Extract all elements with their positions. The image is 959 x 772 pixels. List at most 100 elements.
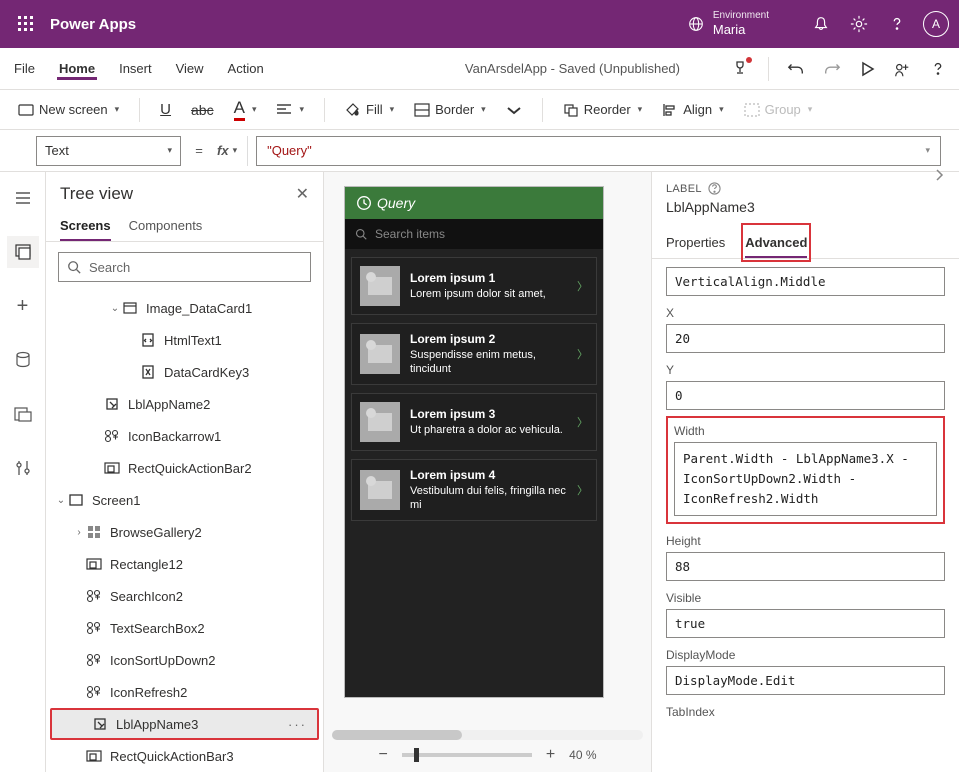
field-height[interactable]: 88 bbox=[666, 552, 945, 581]
font-color-button[interactable]: A▾ bbox=[234, 98, 257, 121]
close-icon[interactable]: ✕ bbox=[296, 184, 309, 204]
strikethrough-button[interactable]: abc bbox=[191, 102, 214, 118]
tree-item-lblappname2[interactable]: LblAppName2 bbox=[46, 388, 323, 420]
gallery-item: Lorem ipsum 3Ut pharetra a dolor ac vehi… bbox=[351, 393, 597, 451]
chevron-right-icon[interactable] bbox=[933, 167, 945, 183]
formula-input[interactable]: "Query" ▾ bbox=[256, 136, 941, 166]
tree-item-browsegallery2[interactable]: ›BrowseGallery2 bbox=[46, 516, 323, 548]
tree-view-rail-icon[interactable] bbox=[7, 236, 39, 268]
more-icon[interactable]: ··· bbox=[288, 717, 307, 732]
item-title: Lorem ipsum 1 bbox=[410, 271, 567, 287]
environment-label: Environment bbox=[713, 10, 769, 22]
gallery-item: Lorem ipsum 4Vestibulum dui felis, fring… bbox=[351, 459, 597, 521]
chevron-icon[interactable]: ⌄ bbox=[54, 495, 68, 506]
tree-item-searchicon2[interactable]: SearchIcon2 bbox=[46, 580, 323, 612]
tree-item-label: IconSortUpDown2 bbox=[110, 653, 216, 668]
chevron-right-icon: 〉 bbox=[577, 346, 588, 362]
field-verticalalign[interactable]: VerticalAlign.Middle bbox=[666, 267, 945, 296]
share-icon[interactable] bbox=[893, 60, 911, 78]
tab-properties[interactable]: Properties bbox=[666, 227, 725, 258]
tree-search-input[interactable]: Search bbox=[58, 252, 311, 282]
label-height: Height bbox=[666, 534, 945, 548]
tree-item-icon bbox=[104, 428, 120, 444]
environment-icon[interactable] bbox=[687, 15, 705, 33]
field-x[interactable]: 20 bbox=[666, 324, 945, 353]
underline-button[interactable]: U bbox=[160, 101, 171, 118]
tree-item-lblappname3[interactable]: LblAppName3··· bbox=[50, 708, 319, 740]
thumbnail-icon bbox=[360, 470, 400, 510]
tree-item-iconsortupdown2[interactable]: IconSortUpDown2 bbox=[46, 644, 323, 676]
label-displaymode: DisplayMode bbox=[666, 648, 945, 662]
help-icon[interactable] bbox=[885, 12, 909, 36]
zoom-in-button[interactable]: + bbox=[546, 746, 555, 764]
gallery-item: Lorem ipsum 2Suspendisse enim metus, tin… bbox=[351, 323, 597, 385]
app-preview[interactable]: Query Search items Lorem ipsum 1Lorem ip… bbox=[344, 186, 604, 698]
fill-button[interactable]: Fill▾ bbox=[345, 102, 394, 118]
tree-item-iconbackarrow1[interactable]: IconBackarrow1 bbox=[46, 420, 323, 452]
property-selector[interactable]: Text▾ bbox=[36, 136, 181, 166]
menu-view[interactable]: View bbox=[174, 57, 206, 80]
field-width[interactable]: Parent.Width - LblAppName3.X - IconSortU… bbox=[674, 442, 937, 516]
reorder-button[interactable]: Reorder▾ bbox=[563, 102, 643, 117]
tree-item-icon bbox=[86, 620, 102, 636]
advanced-tools-rail-icon[interactable] bbox=[7, 452, 39, 484]
tree-item-rectangle12[interactable]: Rectangle12 bbox=[46, 548, 323, 580]
text-align-button[interactable]: ▾ bbox=[276, 103, 304, 117]
menu-bar: File Home Insert View Action VanArsdelAp… bbox=[0, 48, 959, 90]
canvas: Query Search items Lorem ipsum 1Lorem ip… bbox=[324, 172, 651, 772]
app-search: Search items bbox=[345, 219, 603, 249]
border-button[interactable]: Border▾ bbox=[414, 102, 486, 117]
tree-item-textsearchbox2[interactable]: TextSearchBox2 bbox=[46, 612, 323, 644]
redo-icon[interactable] bbox=[823, 60, 841, 78]
tab-advanced[interactable]: Advanced bbox=[745, 227, 807, 258]
chevron-icon[interactable]: ⌄ bbox=[108, 303, 122, 314]
app-checker-icon[interactable] bbox=[730, 59, 750, 79]
tree-item-htmltext1[interactable]: HtmlText1 bbox=[46, 324, 323, 356]
help-icon-ribbon[interactable] bbox=[929, 60, 947, 78]
chevron-right-icon: 〉 bbox=[577, 482, 588, 498]
hamburger-icon[interactable] bbox=[7, 182, 39, 214]
tab-components[interactable]: Components bbox=[129, 212, 203, 241]
zoom-slider[interactable] bbox=[402, 753, 532, 757]
app-header: Query bbox=[345, 187, 603, 219]
settings-icon[interactable] bbox=[847, 12, 871, 36]
media-rail-icon[interactable] bbox=[7, 398, 39, 430]
preview-icon[interactable] bbox=[859, 61, 875, 77]
expand-toolbar-icon[interactable] bbox=[506, 103, 522, 117]
tree-item-rectquickactionbar2[interactable]: RectQuickActionBar2 bbox=[46, 452, 323, 484]
environment-name[interactable]: Maria bbox=[713, 22, 769, 38]
user-avatar[interactable]: A bbox=[923, 11, 949, 37]
align-button[interactable]: Align▾ bbox=[662, 102, 723, 117]
tree-item-label: IconBackarrow1 bbox=[128, 429, 221, 444]
field-y[interactable]: 0 bbox=[666, 381, 945, 410]
canvas-hscrollbar[interactable] bbox=[332, 730, 643, 740]
item-subtitle: Lorem ipsum dolor sit amet, bbox=[410, 287, 567, 301]
tree-item-rectquickactionbar3[interactable]: RectQuickActionBar3 bbox=[46, 740, 323, 772]
app-launcher-icon[interactable] bbox=[10, 8, 42, 40]
notifications-icon[interactable] bbox=[809, 12, 833, 36]
menu-home[interactable]: Home bbox=[57, 57, 97, 80]
tab-screens[interactable]: Screens bbox=[60, 212, 111, 241]
chevron-right-icon: 〉 bbox=[577, 278, 588, 294]
group-button: Group▾ bbox=[744, 102, 813, 117]
menu-action[interactable]: Action bbox=[226, 57, 266, 80]
field-displaymode[interactable]: DisplayMode.Edit bbox=[666, 666, 945, 695]
zoom-out-button[interactable]: − bbox=[378, 746, 387, 764]
menu-file[interactable]: File bbox=[12, 57, 37, 80]
fx-icon[interactable]: fx▾ bbox=[217, 136, 248, 166]
top-bar: Power Apps Environment Maria A bbox=[0, 0, 959, 48]
insert-rail-icon[interactable]: + bbox=[7, 290, 39, 322]
tree-item-icon bbox=[86, 524, 102, 540]
chevron-icon[interactable]: › bbox=[72, 527, 86, 538]
tree-item-datacardkey3[interactable]: DataCardKey3 bbox=[46, 356, 323, 388]
control-name: LblAppName3 bbox=[666, 199, 945, 215]
toolbar: New screen▾ U abc A▾ ▾ Fill▾ Border▾ Reo… bbox=[0, 90, 959, 130]
field-visible[interactable]: true bbox=[666, 609, 945, 638]
new-screen-button[interactable]: New screen▾ bbox=[18, 102, 119, 117]
undo-icon[interactable] bbox=[787, 60, 805, 78]
menu-insert[interactable]: Insert bbox=[117, 57, 154, 80]
data-rail-icon[interactable] bbox=[7, 344, 39, 376]
tree-item-screen1[interactable]: ⌄Screen1 bbox=[46, 484, 323, 516]
tree-item-iconrefresh2[interactable]: IconRefresh2 bbox=[46, 676, 323, 708]
tree-item-image_datacard1[interactable]: ⌄Image_DataCard1 bbox=[46, 292, 323, 324]
